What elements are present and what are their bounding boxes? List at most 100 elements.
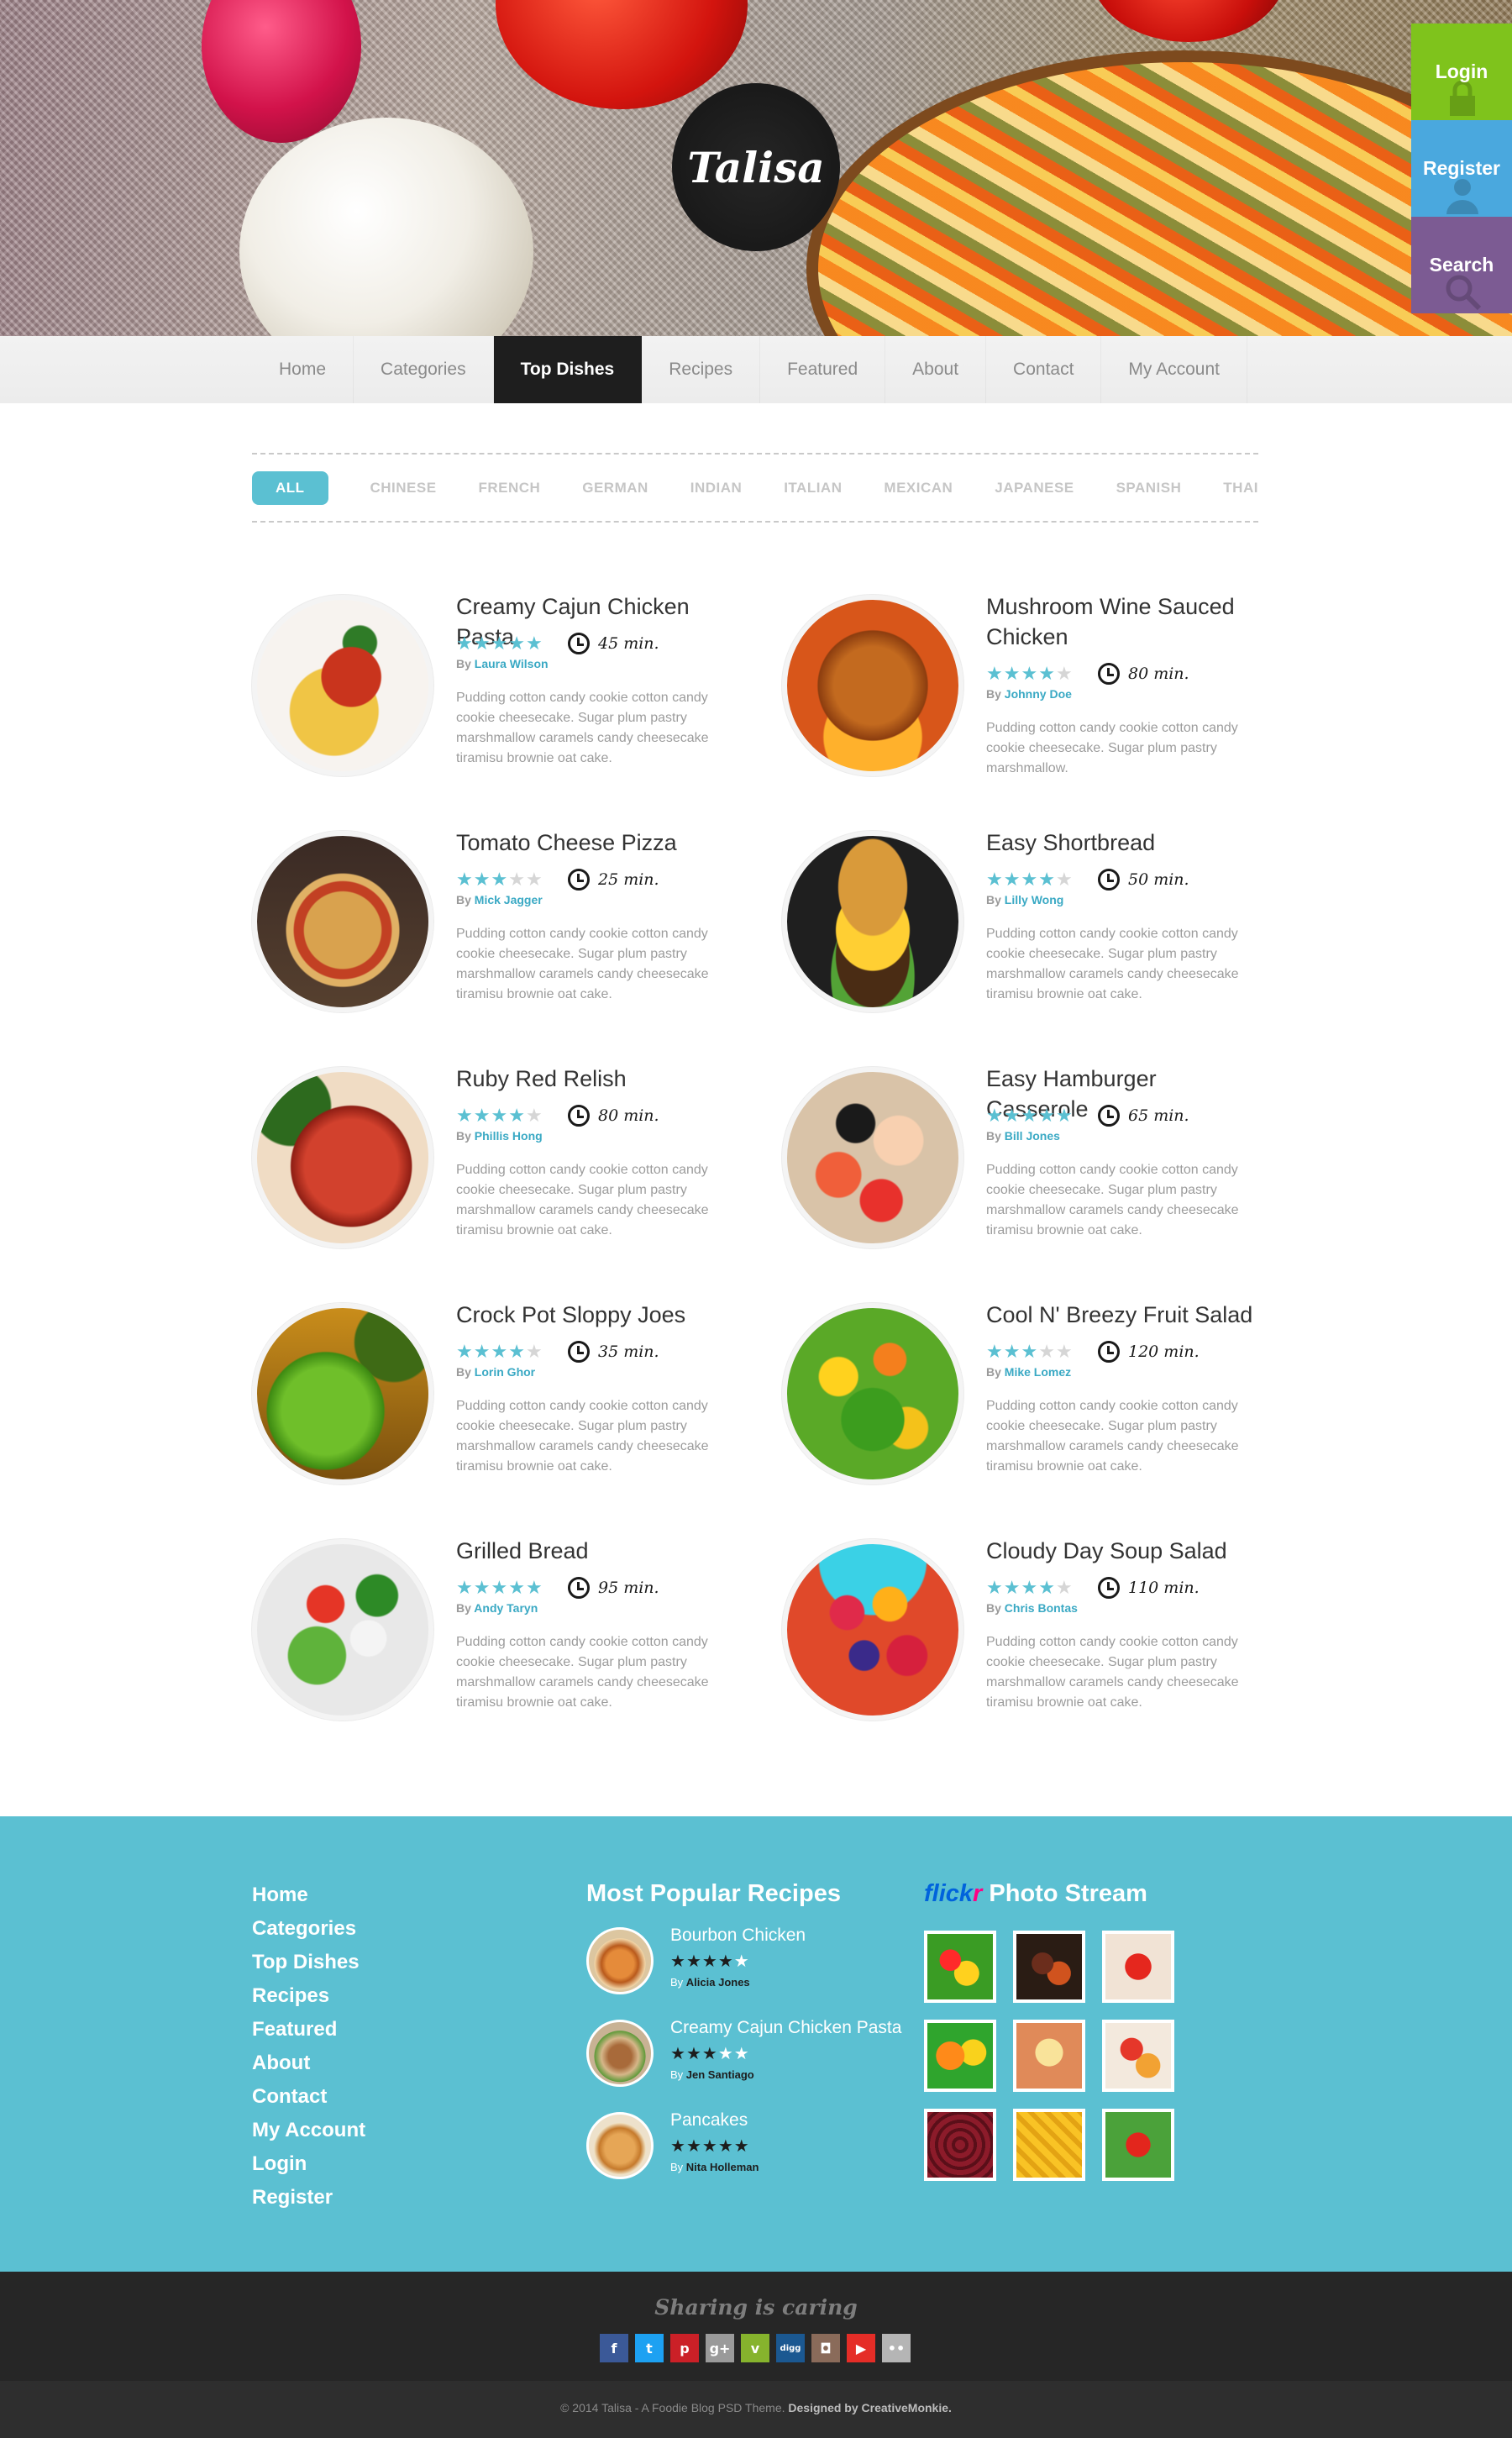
popular-recipe-image[interactable] <box>586 2020 654 2087</box>
recipe-title[interactable]: Cool N' Breezy Fruit Salad <box>986 1300 1263 1330</box>
star-icon: ★ <box>986 1577 1004 1598</box>
nav-item-categories[interactable]: Categories <box>354 336 494 403</box>
filter-japanese[interactable]: JAPANESE <box>995 480 1074 497</box>
author-link[interactable]: Bill Jones <box>1005 1129 1060 1143</box>
flickr-icon[interactable]: •• <box>882 2334 911 2362</box>
footer-link-register[interactable]: Register <box>252 2181 365 2215</box>
footer-link-recipes[interactable]: Recipes <box>252 1979 365 2013</box>
recipe-title[interactable]: Mushroom Wine Sauced Chicken <box>986 591 1263 652</box>
popular-recipe-title[interactable]: Creamy Cajun Chicken Pasta <box>670 2018 901 2038</box>
recipe-title[interactable]: Ruby Red Relish <box>456 1064 733 1094</box>
flickr-photo[interactable] <box>1102 2020 1174 2092</box>
nav-item-top-dishes[interactable]: Top Dishes <box>493 336 643 403</box>
footer-link-my-account[interactable]: My Account <box>252 2114 365 2147</box>
recipe-card[interactable]: Easy Shortbread ★★★★★ By Lilly Wong 50 min.… <box>782 830 1252 1024</box>
flickr-photo[interactable] <box>1102 1931 1174 2003</box>
flickr-photo[interactable] <box>1013 2020 1085 2092</box>
filter-thai[interactable]: THAI <box>1223 480 1258 497</box>
author-link[interactable]: Mike Lomez <box>1005 1365 1071 1379</box>
author-link[interactable]: Phillis Hong <box>475 1129 543 1143</box>
popular-recipe-item[interactable]: Bourbon Chicken ★★★★★ By Alicia Jones <box>586 1920 906 2013</box>
recipe-card[interactable]: Cloudy Day Soup Salad ★★★★★ By Chris Bonta… <box>782 1538 1252 1732</box>
filter-french[interactable]: FRENCH <box>478 480 540 497</box>
recipe-title[interactable]: Crock Pot Sloppy Joes <box>456 1300 733 1330</box>
footer-link-contact[interactable]: Contact <box>252 2080 365 2114</box>
filter-german[interactable]: GERMAN <box>582 480 648 497</box>
nav-item-recipes[interactable]: Recipes <box>642 336 761 403</box>
recipe-card[interactable]: Ruby Red Relish ★★★★★ By Phillis Hong 80 mi… <box>252 1066 722 1260</box>
author-link[interactable]: Lorin Ghor <box>475 1365 535 1379</box>
facebook-icon[interactable]: f <box>600 2334 628 2362</box>
recipe-title[interactable]: Tomato Cheese Pizza <box>456 828 733 858</box>
designer-credit[interactable]: Designed by CreativeMonkie. <box>788 2401 952 2414</box>
nav-item-my-account[interactable]: My Account <box>1101 336 1247 403</box>
popular-recipe-item[interactable]: Pancakes ★★★★★ By Nita Holleman <box>586 2105 906 2198</box>
recipe-image[interactable] <box>782 1539 963 1721</box>
footer-link-about[interactable]: About <box>252 2047 365 2080</box>
author-link[interactable]: Mick Jagger <box>475 893 543 906</box>
recipe-image[interactable] <box>252 831 433 1012</box>
flickr-photo[interactable] <box>924 2109 996 2181</box>
author-link[interactable]: Andy Taryn <box>474 1601 538 1615</box>
footer-link-featured[interactable]: Featured <box>252 2013 365 2047</box>
recipe-title[interactable]: Easy Shortbread <box>986 828 1263 858</box>
footer-link-login[interactable]: Login <box>252 2147 365 2181</box>
popular-recipe-title[interactable]: Bourbon Chicken <box>670 1926 806 1946</box>
recipe-image[interactable] <box>782 595 963 776</box>
nav-item-about[interactable]: About <box>885 336 987 403</box>
popular-recipe-item[interactable]: Creamy Cajun Chicken Pasta ★★★★★ By Jen Sa… <box>586 2013 906 2105</box>
site-logo[interactable]: Talisa <box>672 83 840 251</box>
recipe-image[interactable] <box>252 1303 433 1484</box>
instagram-icon[interactable]: ◘ <box>811 2334 840 2362</box>
recipe-card[interactable]: Cool N' Breezy Fruit Salad ★★★★★ By Mike L… <box>782 1302 1252 1496</box>
recipe-image[interactable] <box>782 1303 963 1484</box>
login-tab[interactable]: Login <box>1411 24 1512 120</box>
recipe-image[interactable] <box>252 595 433 776</box>
filter-italian[interactable]: ITALIAN <box>784 480 842 497</box>
popular-recipe-title[interactable]: Pancakes <box>670 2110 748 2131</box>
flickr-photo[interactable] <box>1013 1931 1085 2003</box>
filter-mexican[interactable]: MEXICAN <box>884 480 953 497</box>
recipe-image[interactable] <box>782 831 963 1012</box>
filter-all[interactable]: ALL <box>252 470 328 505</box>
search-tab[interactable]: Search <box>1411 217 1512 313</box>
recipe-card[interactable]: Grilled Bread ★★★★★ By Andy Taryn 95 min. Pu… <box>252 1538 722 1732</box>
recipe-card[interactable]: Easy Hamburger Casserole ★★★★★ By Bill Jon… <box>782 1066 1252 1260</box>
filter-chinese[interactable]: CHINESE <box>370 480 436 497</box>
recipe-card[interactable]: Crock Pot Sloppy Joes ★★★★★ By Lorin Ghor 3… <box>252 1302 722 1496</box>
recipe-card[interactable]: Mushroom Wine Sauced Chicken ★★★★★ By John… <box>782 594 1252 788</box>
pinterest-icon[interactable]: p <box>670 2334 699 2362</box>
register-tab[interactable]: Register <box>1411 120 1512 217</box>
flickr-photo[interactable] <box>924 1931 996 2003</box>
author-link[interactable]: Chris Bontas <box>1005 1601 1078 1615</box>
recipe-card[interactable]: Creamy Cajun Chicken Pasta ★★★★★ By Laura … <box>252 594 722 788</box>
author-link[interactable]: Johnny Doe <box>1005 687 1072 701</box>
twitter-icon[interactable]: t <box>635 2334 664 2362</box>
footer-link-top-dishes[interactable]: Top Dishes <box>252 1946 365 1979</box>
youtube-icon[interactable]: ▶ <box>847 2334 875 2362</box>
popular-recipe-image[interactable] <box>586 2112 654 2179</box>
google-plus-icon[interactable]: g+ <box>706 2334 734 2362</box>
filter-spanish[interactable]: SPANISH <box>1116 480 1182 497</box>
author-link[interactable]: Lilly Wong <box>1005 893 1064 906</box>
nav-item-contact[interactable]: Contact <box>986 336 1102 403</box>
recipe-title[interactable]: Grilled Bread <box>456 1536 733 1566</box>
star-icon: ★ <box>525 1577 543 1598</box>
footer-link-categories[interactable]: Categories <box>252 1912 365 1946</box>
recipe-image[interactable] <box>782 1067 963 1248</box>
author-link[interactable]: Laura Wilson <box>475 657 549 670</box>
nav-item-featured[interactable]: Featured <box>760 336 886 403</box>
flickr-photo[interactable] <box>1013 2109 1085 2181</box>
nav-item-home[interactable]: Home <box>252 336 354 403</box>
vimeo-icon[interactable]: v <box>741 2334 769 2362</box>
recipe-image[interactable] <box>252 1067 433 1248</box>
filter-indian[interactable]: INDIAN <box>690 480 743 497</box>
recipe-image[interactable] <box>252 1539 433 1721</box>
footer-link-home[interactable]: Home <box>252 1878 365 1912</box>
popular-recipe-image[interactable] <box>586 1927 654 1994</box>
flickr-photo[interactable] <box>924 2020 996 2092</box>
flickr-photo[interactable] <box>1102 2109 1174 2181</box>
recipe-card[interactable]: Tomato Cheese Pizza ★★★★★ By Mick Jagger 25… <box>252 830 722 1024</box>
digg-icon[interactable]: digg <box>776 2334 805 2362</box>
recipe-title[interactable]: Cloudy Day Soup Salad <box>986 1536 1263 1566</box>
